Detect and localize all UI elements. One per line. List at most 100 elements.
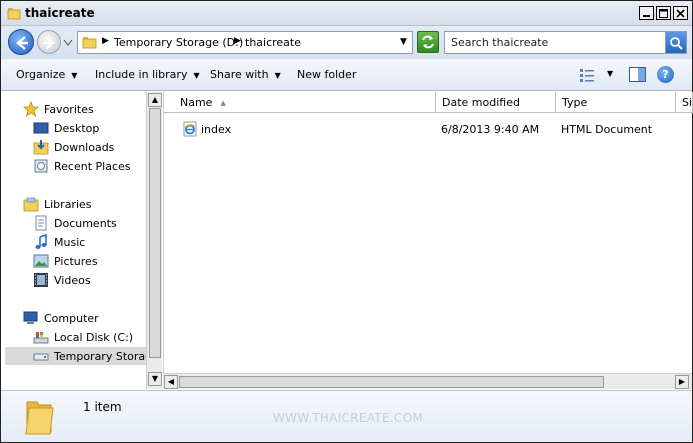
column-header-date-modified[interactable]: Date modified (436, 92, 556, 113)
nav-libraries[interactable]: Libraries (23, 195, 92, 213)
nav-label: Libraries (44, 197, 92, 211)
maximize-icon (659, 8, 668, 18)
new-folder-label: New folder (297, 68, 357, 81)
nav-computer[interactable]: Computer (23, 309, 99, 327)
forward-button[interactable] (37, 30, 61, 54)
navigation-pane: Favorites Desktop Downloads Recent Place… (1, 92, 147, 373)
chevron-down-icon: ▼ (71, 71, 78, 80)
scroll-left-icon[interactable]: ◀ (164, 375, 178, 389)
scroll-right-icon[interactable]: ▶ (675, 375, 689, 389)
column-header-row: Name ▲ Date modified Type Si (164, 92, 693, 113)
views-dropdown-icon[interactable]: ▼ (607, 69, 613, 78)
scroll-down-icon[interactable]: ▼ (148, 372, 162, 386)
views-icon[interactable] (579, 68, 595, 82)
close-button[interactable] (673, 6, 688, 20)
nav-music[interactable]: Music (33, 233, 85, 251)
column-header-type[interactable]: Type (556, 92, 676, 113)
minimize-icon (643, 14, 650, 17)
libraries-icon (23, 197, 39, 212)
chevron-down-icon: ▼ (193, 71, 200, 80)
file-list: Name ▲ Date modified Type Si index 6/8/2… (163, 92, 693, 373)
sort-ascending-icon: ▲ (220, 98, 226, 107)
organize-button[interactable]: Organize ▼ (16, 68, 77, 81)
videos-icon (34, 273, 48, 287)
nav-favorites[interactable]: Favorites (23, 100, 94, 118)
breadcrumb-separator-icon[interactable]: ▶ (234, 36, 241, 46)
nav-label: Music (54, 235, 86, 249)
folder-icon (7, 8, 21, 20)
address-bar[interactable]: ▶ Temporary Storage (D:) ▶ thaicreate ▼ (77, 31, 413, 54)
back-button[interactable] (8, 29, 34, 55)
item-count: 1 item (83, 400, 122, 414)
nav-recent-places[interactable]: Recent Places (33, 157, 131, 175)
close-icon (676, 8, 685, 18)
pictures-icon (33, 254, 49, 268)
column-header-size[interactable]: Si (676, 92, 693, 113)
watermark-text: WWW.THAICREATE.COM (273, 411, 424, 425)
column-header-name[interactable]: Name ▲ (174, 92, 436, 113)
refresh-icon (422, 35, 434, 49)
star-icon (23, 101, 39, 117)
address-dropdown-icon[interactable]: ▼ (400, 37, 407, 47)
nav-label: Videos (54, 273, 91, 287)
file-type: HTML Document (561, 123, 653, 136)
title-bar[interactable]: thaicreate (1, 1, 692, 26)
nav-pictures[interactable]: Pictures (33, 252, 98, 270)
search-input[interactable]: Search thaicreate (444, 31, 687, 54)
nav-pane-footer (1, 373, 147, 389)
drive-icon (33, 353, 49, 361)
breadcrumb-separator-icon[interactable]: ▶ (102, 36, 109, 46)
nav-label: Computer (44, 311, 99, 325)
scroll-up-icon[interactable]: ▲ (148, 93, 162, 107)
minimize-button[interactable] (639, 6, 654, 20)
nav-label: Downloads (54, 140, 115, 154)
nav-temporary-storage[interactable]: Temporary Storage (5, 347, 147, 365)
folder-icon (25, 401, 54, 435)
nav-documents[interactable]: Documents (33, 214, 117, 232)
window-title: thaicreate (25, 6, 95, 20)
documents-icon (35, 215, 47, 231)
details-pane: 1 item WWW.THAICREATE.COM (1, 390, 692, 442)
scrollbar-thumb[interactable] (179, 376, 604, 388)
maximize-button[interactable] (656, 6, 671, 20)
file-list-horizontal-scrollbar[interactable]: ◀ ▶ (163, 373, 692, 389)
downloads-icon (33, 140, 49, 155)
share-with-button[interactable]: Share with ▼ (210, 68, 281, 81)
nav-downloads[interactable]: Downloads (33, 138, 114, 156)
address-row: ▶ Temporary Storage (D:) ▶ thaicreate ▼ … (1, 26, 692, 59)
forward-arrow-icon (43, 36, 55, 50)
scrollbar-thumb[interactable] (149, 108, 161, 358)
nav-desktop[interactable]: Desktop (33, 119, 99, 137)
include-in-library-label: Include in library (95, 68, 188, 81)
search-icon[interactable] (665, 32, 686, 53)
refresh-button[interactable] (417, 31, 439, 53)
recent-places-icon (34, 159, 48, 173)
nav-local-disk-c[interactable]: Local Disk (C:) (33, 328, 133, 346)
nav-label: Local Disk (C:) (54, 330, 134, 344)
music-icon (35, 234, 47, 249)
column-header-label: Name (180, 96, 213, 109)
breadcrumb-item[interactable]: thaicreate (245, 36, 301, 49)
help-icon[interactable]: ? (657, 66, 674, 83)
local-disk-icon (33, 332, 49, 344)
command-bar: Organize ▼ Include in library ▼ Share with… (1, 59, 692, 91)
back-arrow-icon (16, 36, 28, 50)
organize-label: Organize (16, 68, 66, 81)
nav-label: Desktop (54, 121, 100, 135)
folder-icon (82, 37, 97, 49)
nav-label: Recent Places (54, 159, 131, 173)
computer-icon (23, 311, 38, 324)
ie-html-document-icon (183, 121, 197, 137)
include-in-library-button[interactable]: Include in library ▼ (95, 68, 200, 81)
history-dropdown-icon[interactable] (63, 37, 73, 50)
nav-label: Documents (54, 216, 117, 230)
breadcrumb-item[interactable]: Temporary Storage (D:) (114, 36, 243, 49)
file-name[interactable]: index (201, 123, 231, 136)
share-with-label: Share with (210, 68, 269, 81)
nav-videos[interactable]: Videos (33, 271, 91, 289)
nav-pane-scrollbar[interactable]: ▲ ▼ (146, 92, 162, 389)
table-row[interactable]: index 6/8/2013 9:40 AM HTML Document (164, 120, 693, 140)
new-folder-button[interactable]: New folder (297, 68, 356, 81)
nav-label: Temporary Storage (54, 349, 147, 363)
preview-pane-icon[interactable] (629, 67, 646, 82)
